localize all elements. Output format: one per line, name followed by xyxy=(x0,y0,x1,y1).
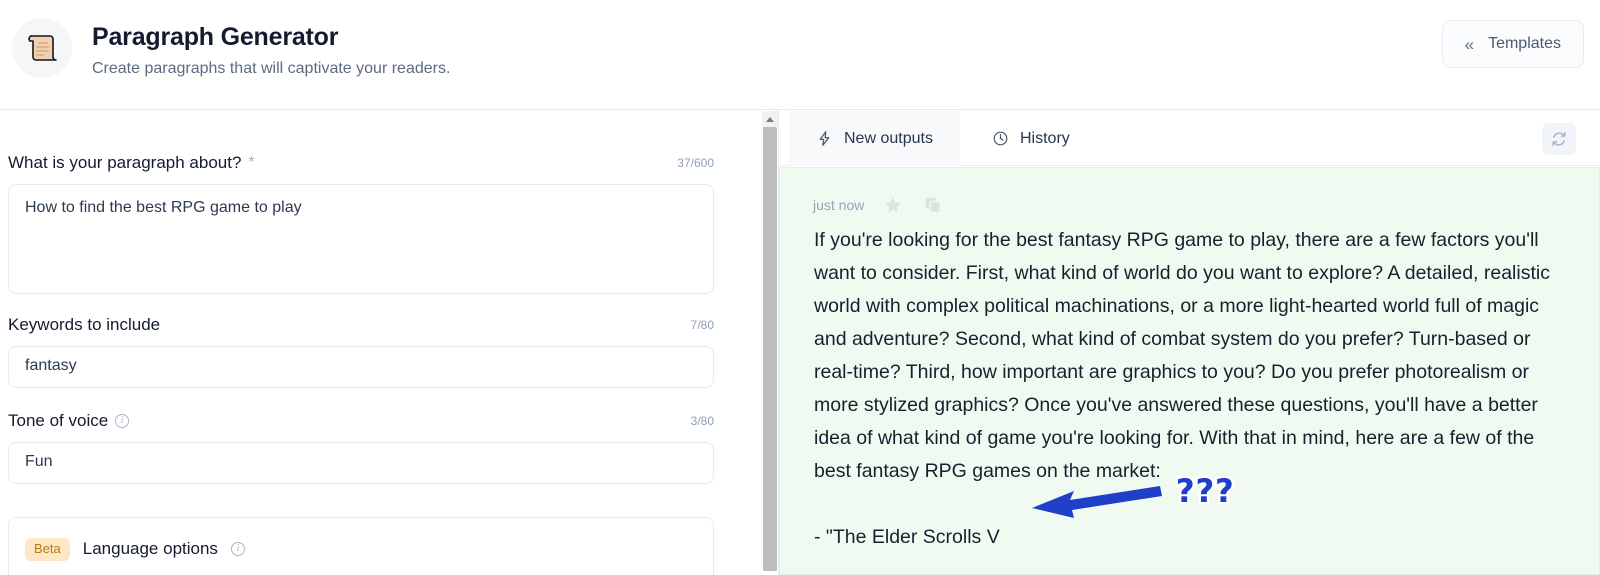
character-counter: 3/80 xyxy=(690,414,714,428)
keywords-input[interactable]: fantasy xyxy=(8,346,714,388)
page-title: Paragraph Generator xyxy=(92,23,339,51)
field-label-text: Tone of voice xyxy=(8,411,109,430)
field-label: Keywords to include xyxy=(8,315,160,335)
page-subtitle: Create paragraphs that will captivate yo… xyxy=(92,60,451,78)
info-icon[interactable]: i xyxy=(230,542,245,557)
language-options-label: Language options xyxy=(82,539,218,559)
output-tabs-bar: New outputs History xyxy=(779,111,1600,166)
lightning-bolt-icon xyxy=(819,131,830,146)
copy-icon[interactable] xyxy=(922,194,944,216)
paragraph-topic-input[interactable]: How to find the best RPG game to play xyxy=(8,184,714,294)
field-label-text: Keywords to include xyxy=(8,315,161,334)
field-header: Tone of voice i 3/80 xyxy=(8,409,714,433)
tab-label: New outputs xyxy=(844,129,933,147)
info-icon[interactable]: i xyxy=(115,414,130,428)
field-tone-of-voice: Tone of voice i 3/80 Fun xyxy=(8,409,714,484)
character-counter: 7/80 xyxy=(690,318,714,332)
tone-of-voice-input[interactable]: Fun xyxy=(8,442,714,484)
output-card-meta: just now xyxy=(780,168,1599,214)
field-label: What is your paragraph about? * xyxy=(8,153,255,173)
tab-label: History xyxy=(1020,129,1070,147)
field-label-text: What is your paragraph about? xyxy=(8,153,242,172)
templates-button[interactable]: « Templates xyxy=(1441,20,1584,68)
form-scrollbar[interactable] xyxy=(762,111,778,575)
scroll-up-button[interactable] xyxy=(762,111,778,127)
output-timestamp: just now xyxy=(813,196,865,213)
character-counter: 37/600 xyxy=(677,156,714,170)
field-header: What is your paragraph about? * 37/600 xyxy=(8,151,714,175)
tab-history[interactable]: History xyxy=(965,111,1097,166)
tab-new-outputs[interactable]: New outputs xyxy=(789,111,960,166)
field-keywords: Keywords to include 7/80 fantasy xyxy=(8,313,714,388)
field-paragraph-topic: What is your paragraph about? * 37/600 H… xyxy=(8,151,714,294)
scroll-icon xyxy=(12,18,72,78)
chevron-up-icon xyxy=(766,116,774,122)
question-marks-annotation-fill: ??? xyxy=(1176,472,1235,510)
title-block: Paragraph Generator Create paragraphs th… xyxy=(92,18,450,80)
clock-icon xyxy=(993,131,1008,146)
header-identity: Paragraph Generator Create paragraphs th… xyxy=(12,18,450,80)
refresh-icon xyxy=(1552,132,1566,146)
star-icon[interactable] xyxy=(882,194,904,216)
templates-button-label: Templates xyxy=(1488,35,1561,52)
chevron-double-left-icon: « xyxy=(1464,34,1475,54)
field-label: Tone of voice i xyxy=(8,411,130,431)
language-options-card[interactable]: Beta Language options i xyxy=(8,517,714,575)
language-options-row: Beta Language options i xyxy=(25,538,697,561)
form-panel: What is your paragraph about? * 37/600 H… xyxy=(0,111,754,575)
scrollbar-thumb[interactable] xyxy=(763,127,777,571)
paragraph-generator-app: Paragraph Generator Create paragraphs th… xyxy=(0,0,1600,575)
beta-badge: Beta xyxy=(25,538,70,561)
required-asterisk: * xyxy=(248,154,255,171)
refresh-button[interactable] xyxy=(1542,123,1576,155)
field-header: Keywords to include 7/80 xyxy=(8,313,714,337)
output-card: just now If you're looking for the best … xyxy=(779,167,1600,575)
app-header: Paragraph Generator Create paragraphs th… xyxy=(0,0,1600,110)
